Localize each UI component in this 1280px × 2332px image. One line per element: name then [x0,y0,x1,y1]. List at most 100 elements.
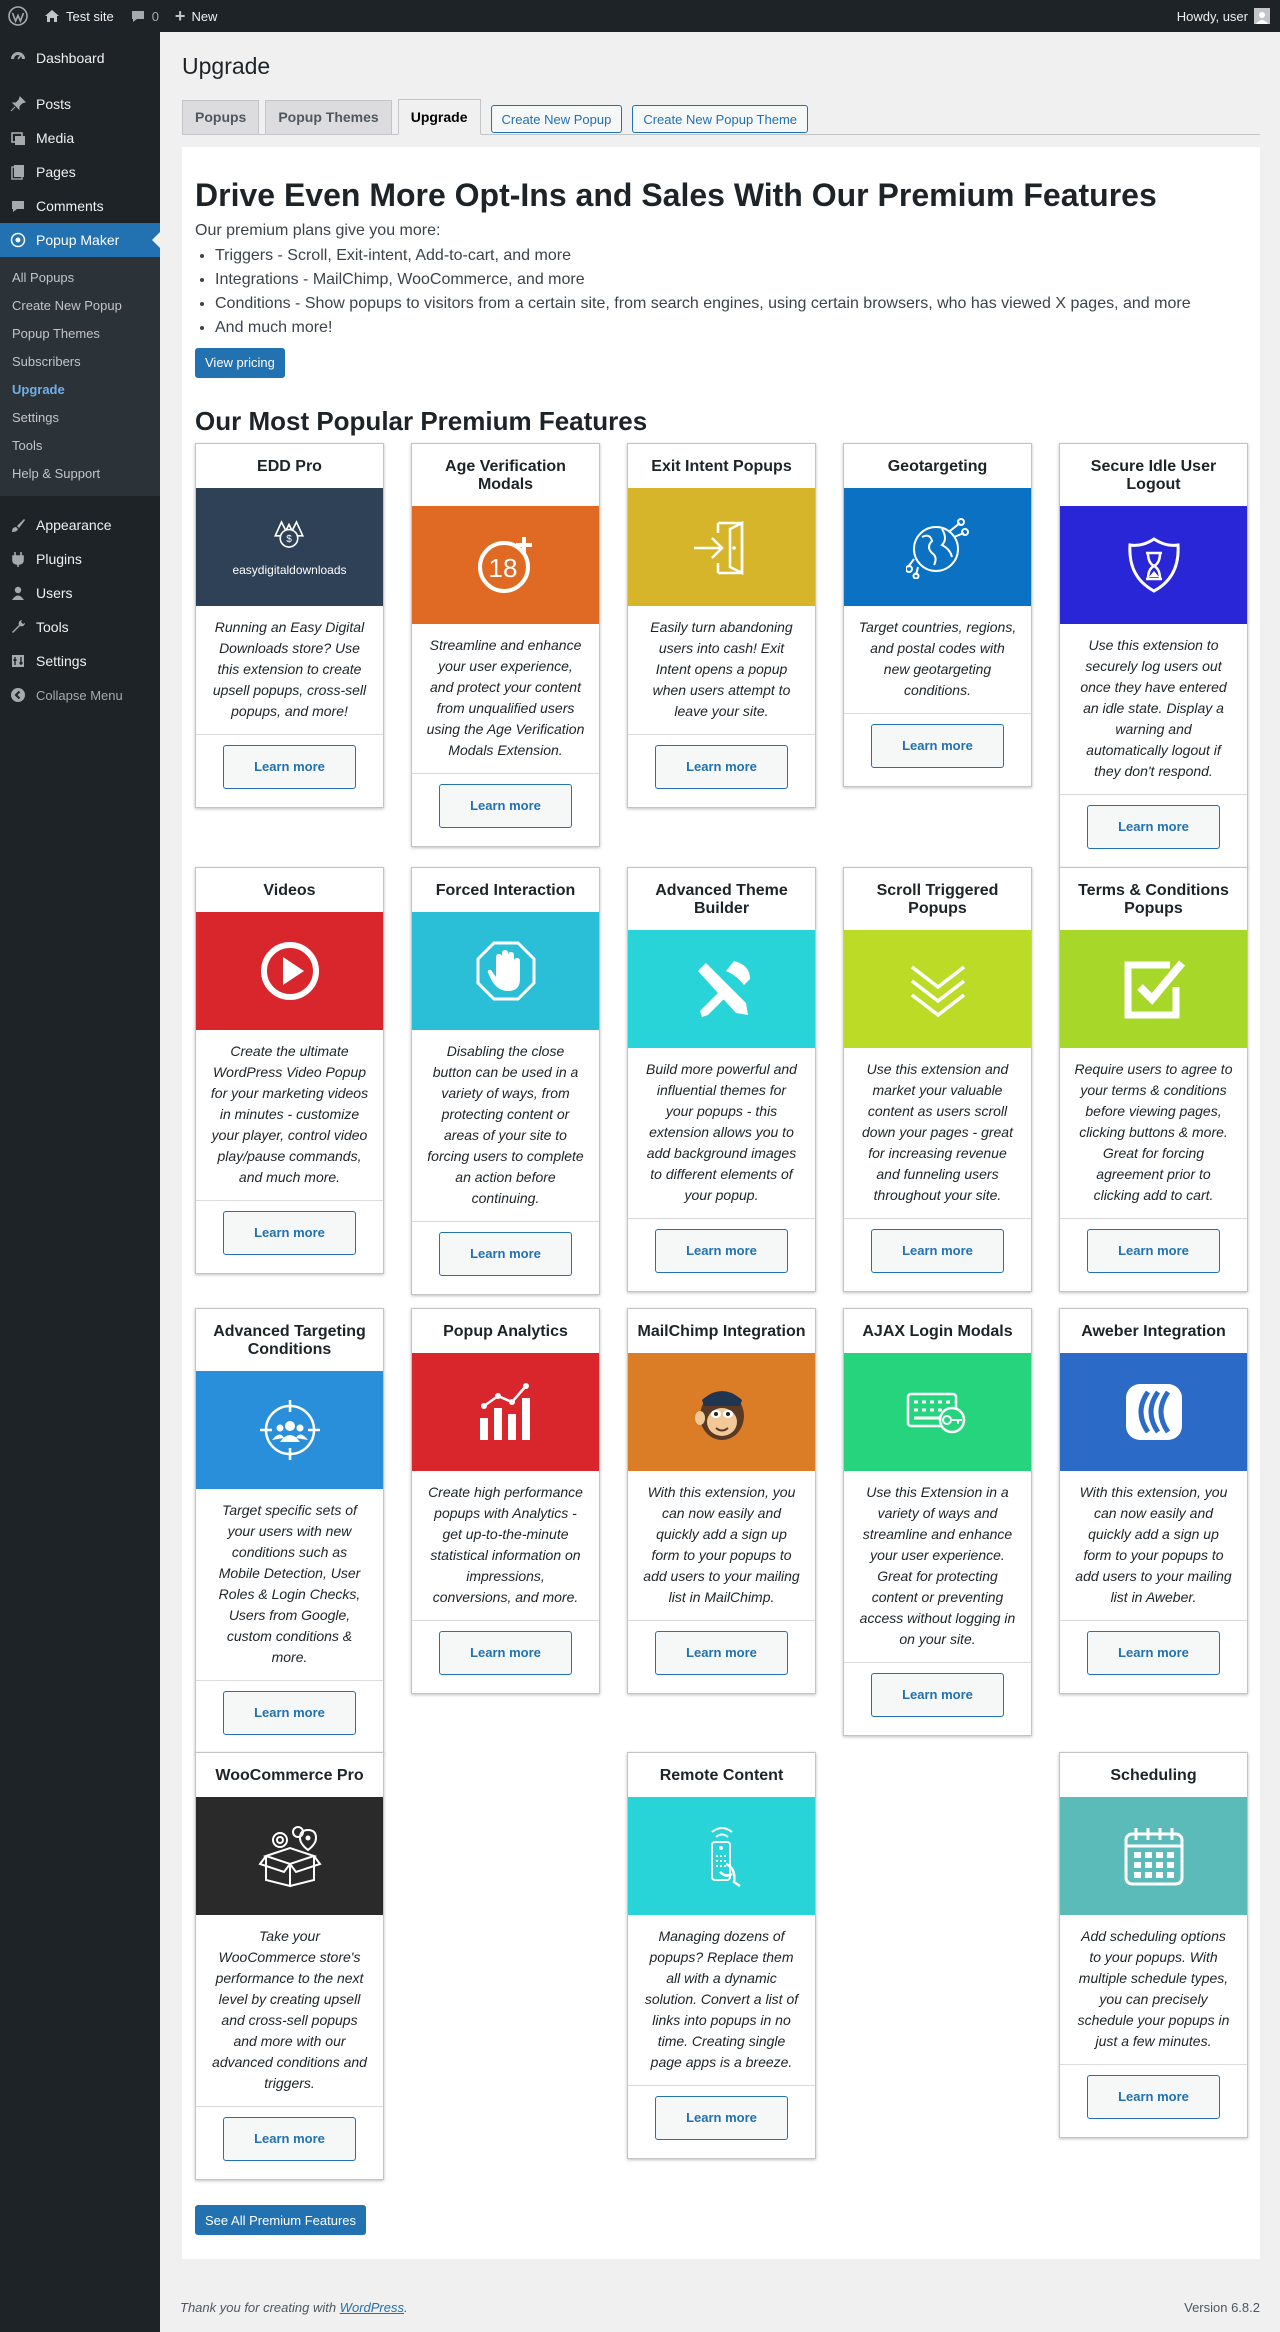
learn-more-wrap: Learn more [412,774,599,846]
new-content-link[interactable]: + New [167,0,226,32]
learn-more-button[interactable]: Learn more [1087,1228,1220,1273]
comments-link[interactable]: 0 [122,0,167,32]
feature-image [628,1352,815,1471]
site-name-link[interactable]: Test site [36,0,122,32]
version: Version 6.8.2 [1184,2300,1260,2315]
learn-more-button[interactable]: Learn more [871,1228,1004,1273]
learn-more-button[interactable]: Learn more [1087,804,1220,849]
learn-more-wrap: Learn more [844,714,1031,786]
feature-card-popup-analytics: Popup Analytics Create high performance p… [411,1307,600,1694]
howdy-label: Howdy, user [1176,8,1248,24]
learn-more-button[interactable]: Learn more [223,1210,356,1255]
learn-more-wrap: Learn more [196,2107,383,2179]
comments-icon [10,198,26,214]
learn-more-button[interactable]: Learn more [655,1228,788,1273]
feature-title: Popup Analytics [443,1322,568,1340]
learn-more-button[interactable]: Learn more [1087,2074,1220,2119]
feature-description: Require users to agree to your terms & c… [1060,1048,1247,1219]
submenu-item-all-popups[interactable]: All Popups [0,264,160,292]
submenu-item-tools[interactable]: Tools [0,432,160,460]
chevrons-down-icon [906,957,970,1021]
feature-title: Forced Interaction [435,881,576,899]
avatar [1254,8,1270,24]
menu-label: Settings [36,653,87,669]
menu-item-tools[interactable]: Tools [0,610,160,644]
feature-title: Scheduling [1110,1766,1197,1784]
learn-more-button[interactable]: Learn more [655,2095,788,2140]
feature-image [628,487,815,606]
learn-more-wrap: Learn more [1060,1219,1247,1291]
feature-card-geotargeting: Geotargeting Target countries, regions, a… [843,442,1032,787]
play-button-icon [258,939,322,1003]
menu-label: Tools [36,619,69,635]
create-new-popup-theme-button[interactable]: Create New Popup Theme [632,105,809,134]
features-heading: Our Most Popular Premium Features [195,405,648,436]
submenu-item-settings[interactable]: Settings [0,404,160,432]
feature-card-videos: Videos Create the ultimate WordPress Vide… [195,866,384,1274]
hero-heading: Drive Even More Opt-Ins and Sales With O… [195,176,1157,213]
feature-description: Running an Easy Digital Downloads store?… [196,606,383,735]
menu-item-settings[interactable]: Settings [0,644,160,678]
feature-image [412,911,599,1030]
view-pricing-button[interactable]: View pricing [195,347,285,378]
shield-hourglass-icon [1122,533,1186,597]
my-account[interactable]: Howdy, user [1177,8,1280,24]
menu-item-popup-maker[interactable]: Popup Maker [0,223,160,257]
feature-title: Age Verification Modals [445,457,566,493]
learn-more-button[interactable]: Learn more [223,1690,356,1735]
menu-item-users[interactable]: Users [0,576,160,610]
feature-description: Target specific sets of your users with … [196,1489,383,1681]
learn-more-button[interactable]: Learn more [871,723,1004,768]
menu-item-comments[interactable]: Comments [0,189,160,223]
submenu-item-subscribers[interactable]: Subscribers [0,348,160,376]
footer-thanks: Thank you for creating with WordPress. [180,2300,408,2315]
menu-label: Plugins [36,551,82,567]
feature-card-age-verification-modals: Age Verification Modals 18 Streamline and … [411,442,600,847]
admin-sidebar: Dashboard Posts Media Pages Comments Popup … [0,32,160,2332]
settings-icon [10,653,26,669]
menu-item-media[interactable]: Media [0,121,160,155]
feature-image [196,1796,383,1915]
feature-image [196,1370,383,1489]
learn-more-button[interactable]: Learn more [439,1231,572,1276]
box-gears-icon [257,1824,322,1888]
learn-more-button[interactable]: Learn more [655,744,788,789]
feature-card-exit-intent-popups: Exit Intent Popups Easily turn abandoning… [627,442,816,808]
learn-more-button[interactable]: Learn more [871,1672,1004,1717]
collapse-menu-button[interactable]: Collapse Menu [0,678,160,712]
wordpress-link[interactable]: WordPress [340,2300,404,2315]
benefits-list: Triggers - Scroll, Exit-intent, Add-to-c… [215,244,1247,340]
menu-item-dashboard[interactable]: Dashboard [0,41,160,75]
learn-more-button[interactable]: Learn more [1087,1630,1220,1675]
learn-more-button[interactable]: Learn more [223,744,356,789]
see-all-features-button[interactable]: See All Premium Features [195,2205,367,2235]
menu-label: Comments [36,198,104,214]
feature-description: With this extension, you can now easily … [1060,1471,1247,1621]
menu-item-plugins[interactable]: Plugins [0,542,160,576]
submenu-item-upgrade[interactable]: Upgrade [0,376,160,404]
menu-item-posts[interactable]: Posts [0,87,160,121]
benefit-item: Conditions - Show popups to visitors fro… [215,292,1247,316]
dashboard-icon [10,50,26,66]
learn-more-button[interactable]: Learn more [439,1630,572,1675]
learn-more-button[interactable]: Learn more [223,2116,356,2161]
tab-popup-themes[interactable]: Popup Themes [265,99,392,134]
popup-maker-icon [10,232,26,248]
wordpress-logo-icon[interactable] [0,0,36,32]
home-icon [44,8,60,24]
tab-popups[interactable]: Popups [182,99,260,134]
feature-title: MailChimp Integration [637,1322,806,1340]
thanks-suffix: . [404,2300,408,2315]
tab-upgrade[interactable]: Upgrade [397,98,481,135]
menu-item-appearance[interactable]: Appearance [0,508,160,542]
svg-text:$: $ [287,534,293,545]
collapse-arrow-icon [10,687,26,703]
menu-item-pages[interactable]: Pages [0,155,160,189]
create-new-popup-button[interactable]: Create New Popup [490,105,623,134]
submenu-item-popup-themes[interactable]: Popup Themes [0,320,160,348]
learn-more-button[interactable]: Learn more [655,1630,788,1675]
submenu-item-help-and-support[interactable]: Help & Support [0,460,160,488]
submenu-item-create-new-popup[interactable]: Create New Popup [0,292,160,320]
tools-icon [10,619,26,635]
learn-more-button[interactable]: Learn more [439,783,572,828]
